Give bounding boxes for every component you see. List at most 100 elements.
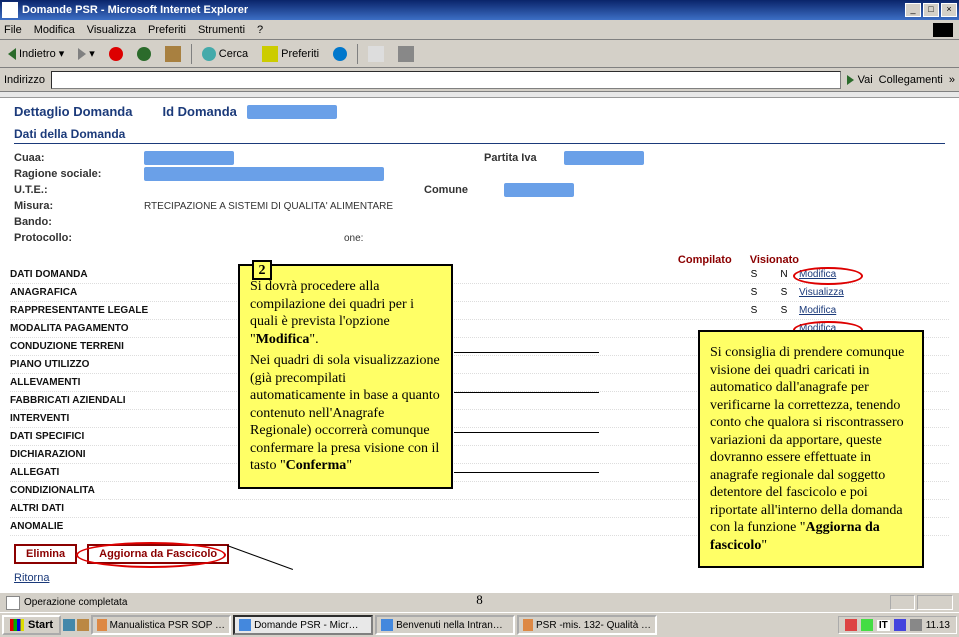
field-ragione-value <box>144 167 384 181</box>
field-comune-label: Comune <box>424 184 504 196</box>
connector-line <box>454 352 599 353</box>
back-arrow-icon <box>8 48 16 60</box>
menu-visualizza[interactable]: Visualizza <box>87 24 136 36</box>
taskbar-item[interactable]: PSR -mis. 132- Qualità … <box>517 615 657 635</box>
tray-icon[interactable] <box>861 619 873 631</box>
taskbar: Start Manualistica PSR SOP … Domande PSR… <box>0 612 959 637</box>
connector-line <box>454 472 599 473</box>
app-icon <box>97 619 107 631</box>
row-action-link[interactable]: Modifica <box>799 305 889 316</box>
search-button[interactable]: Cerca <box>198 45 252 63</box>
callout-number: 2 <box>252 260 272 280</box>
print-icon <box>398 46 414 62</box>
ie-icon <box>239 619 251 631</box>
stop-icon <box>109 47 123 61</box>
favorites-button[interactable]: Preferiti <box>258 44 323 64</box>
home-button[interactable] <box>161 44 185 64</box>
system-tray: IT 11.13 <box>838 616 957 634</box>
field-comune-value <box>504 183 574 197</box>
elimina-button[interactable]: Elimina <box>14 544 77 564</box>
row-name: ANOMALIE <box>10 521 739 532</box>
menu-preferiti[interactable]: Preferiti <box>148 24 186 36</box>
menu-help[interactable]: ? <box>257 24 263 36</box>
connector-line <box>454 392 599 393</box>
field-piva-label: Partita Iva <box>484 152 564 164</box>
home-icon <box>165 46 181 62</box>
window-title: Domande PSR - Microsoft Internet Explore… <box>22 4 905 16</box>
toolbar-separator <box>191 44 192 64</box>
links-label[interactable]: Collegamenti <box>879 74 943 86</box>
table-row: RAPPRESENTANTE LEGALESSModifica <box>10 302 949 320</box>
refresh-button[interactable] <box>133 45 155 63</box>
row-compilato: S <box>739 305 769 316</box>
row-compilato: S <box>739 287 769 298</box>
table-row: ANAGRAFICASSVisualizza <box>10 284 949 302</box>
aggiorna-fascicolo-button[interactable]: Aggiorna da Fascicolo <box>87 544 229 564</box>
field-misura-label: Misura: <box>14 200 144 212</box>
taskbar-item[interactable]: Benvenuti nella Intran… <box>375 615 515 635</box>
quicklaunch-icon[interactable] <box>77 619 89 631</box>
callout-advice: Si consiglia di prendere comunque vision… <box>698 330 924 568</box>
field-misura-value: RTECIPAZIONE A SISTEMI DI QUALITA' ALIME… <box>144 201 393 212</box>
callout-instructions: 2 Si dovrà procedere alla compilazione d… <box>238 264 453 489</box>
field-ragione-label: Ragione sociale: <box>14 168 144 180</box>
field-cuaa-value <box>144 151 234 165</box>
go-button[interactable]: Vai <box>847 74 873 86</box>
star-icon <box>262 46 278 62</box>
field-ute-label: U.T.E.: <box>14 184 144 196</box>
section-title: Dati della Domanda <box>14 127 945 144</box>
taskbar-item[interactable]: Manualistica PSR SOP … <box>91 615 231 635</box>
page-content: Dettaglio Domanda Id Domanda Dati della … <box>0 92 959 612</box>
row-action-link[interactable]: Modifica <box>799 269 889 280</box>
print-button[interactable] <box>394 44 418 64</box>
ie-logo-icon <box>933 23 953 37</box>
back-button[interactable]: Indietro ▾ <box>4 45 68 62</box>
connector-line <box>454 432 599 433</box>
windows-flag-icon <box>10 619 24 631</box>
lang-indicator[interactable]: IT <box>877 620 890 631</box>
search-icon <box>202 47 216 61</box>
address-input[interactable] <box>51 71 841 89</box>
field-protocollo-label: Protocollo: <box>14 232 144 244</box>
tray-icon[interactable] <box>894 619 906 631</box>
table-row: DATI DOMANDASNModifica <box>10 266 949 284</box>
page-title: Dettaglio Domanda <box>14 104 132 119</box>
start-button[interactable]: Start <box>2 615 61 635</box>
toolbar-separator <box>357 44 358 64</box>
taskbar-item[interactable]: Domande PSR - Micr… <box>233 615 373 635</box>
media-button[interactable] <box>329 45 351 63</box>
row-action-link[interactable]: Visualizza <box>799 287 889 298</box>
row-visionato: S <box>769 287 799 298</box>
menu-file[interactable]: File <box>4 24 22 36</box>
status-text: Operazione completata <box>24 597 127 608</box>
status-cell <box>890 595 915 610</box>
mail-icon <box>368 46 384 62</box>
field-cuaa-label: Cuaa: <box>14 152 144 164</box>
minimize-button[interactable]: _ <box>905 3 921 17</box>
annotation-ellipse <box>793 267 863 285</box>
app-icon <box>523 619 533 631</box>
tray-icon[interactable] <box>845 619 857 631</box>
menu-modifica[interactable]: Modifica <box>34 24 75 36</box>
row-name: ALTRI DATI <box>10 503 739 514</box>
clock: 11.13 <box>926 620 950 631</box>
ritorna-link[interactable]: Ritorna <box>14 572 49 584</box>
forward-button[interactable]: ▾ <box>74 45 99 62</box>
media-icon <box>333 47 347 61</box>
field-suffix: one: <box>344 233 363 244</box>
maximize-button[interactable]: □ <box>923 3 939 17</box>
stop-button[interactable] <box>105 45 127 63</box>
mail-button[interactable] <box>364 44 388 64</box>
quicklaunch-icon[interactable] <box>63 619 75 631</box>
field-piva-value <box>564 151 644 165</box>
menu-strumenti[interactable]: Strumenti <box>198 24 245 36</box>
row-compilato: S <box>739 269 769 280</box>
row-visionato: N <box>769 269 799 280</box>
go-arrow-icon <box>847 75 854 85</box>
close-button[interactable]: × <box>941 3 957 17</box>
refresh-icon <box>137 47 151 61</box>
addressbar: Indirizzo Vai Collegamenti » <box>0 68 959 92</box>
volume-icon[interactable] <box>910 619 922 631</box>
forward-arrow-icon <box>78 48 86 60</box>
id-domanda-value <box>247 105 337 119</box>
